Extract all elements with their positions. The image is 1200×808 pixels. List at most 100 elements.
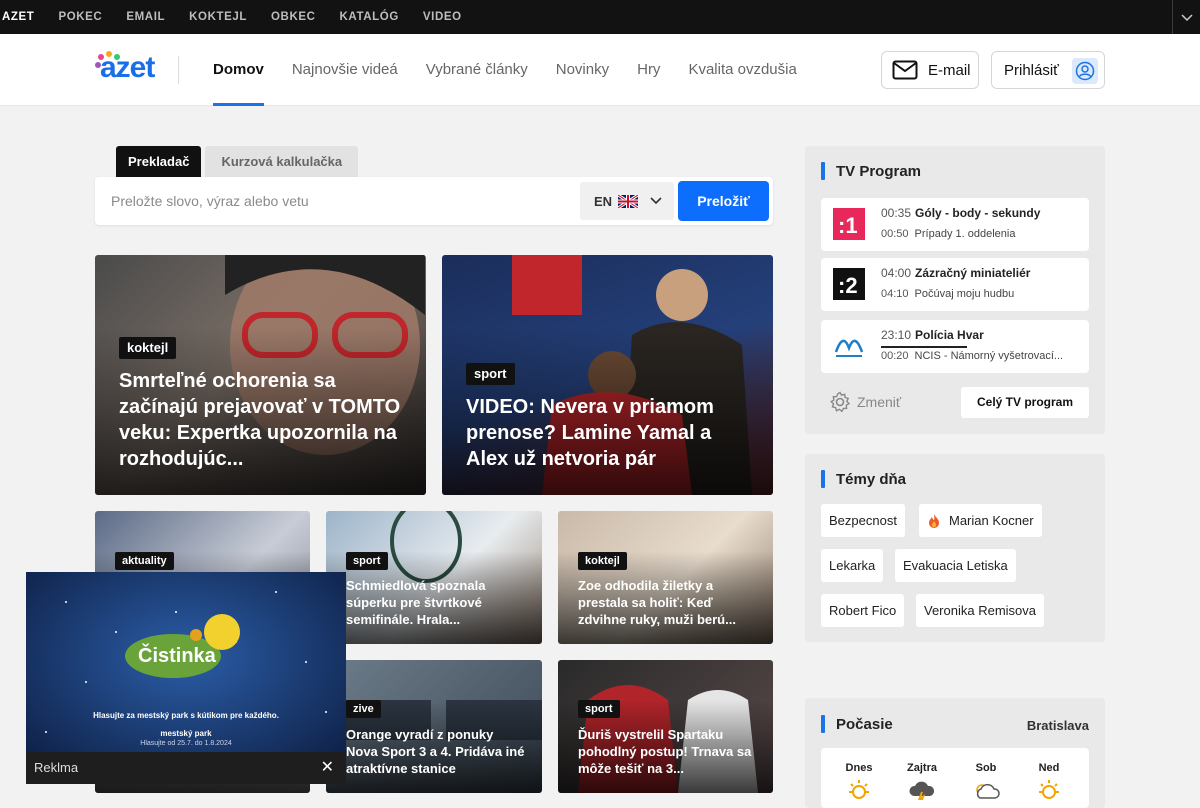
nav-kvalita-ovzdusia[interactable]: Kvalita ovzdušia (688, 34, 796, 106)
article-title: Orange vyradí z ponuky Nova Sport 3 a 4.… (346, 727, 525, 776)
article-card[interactable]: zive Orange vyradí z ponuky Nova Sport 3… (326, 660, 542, 793)
login-label: Prihlásiť (1004, 61, 1059, 79)
azet-logo[interactable]: azet (95, 51, 165, 88)
ad-label: Reklma (34, 760, 79, 775)
tv-program-title: TV Program (821, 162, 921, 180)
topbar-obkec[interactable]: OBKEC (271, 11, 316, 23)
ad-brand: Čistinka (138, 645, 216, 667)
article-card[interactable]: koktejl Smrteľné ochorenia sa začínajú p… (95, 255, 426, 495)
ad-label-bar: Reklma ✕ (26, 752, 346, 784)
weather-day: Sob (975, 762, 997, 774)
tv-row[interactable]: :2 04:00 Zázračný miniateliér 04:10 Počúva… (821, 258, 1089, 311)
topics-panel: Témy dňa Bezpecnost Marian Kocner Lekark… (805, 454, 1105, 642)
sun-icon (1039, 780, 1059, 799)
dvojka-logo-icon: :2 (833, 268, 865, 300)
topics-title: Témy dňa (821, 470, 906, 488)
envelope-icon (892, 60, 918, 80)
svg-text::1: :1 (838, 213, 858, 238)
email-button[interactable]: E-mail (881, 51, 979, 89)
email-label: E-mail (928, 61, 971, 79)
topic-chip[interactable]: Bezpecnost (821, 504, 905, 537)
weather-city[interactable]: Bratislava (1027, 718, 1089, 733)
topic-chip[interactable]: Veronika Remisova (916, 594, 1044, 627)
tv-progress-bar (881, 346, 967, 348)
topic-chip[interactable]: Lekarka (821, 549, 884, 582)
nav-vybrane-clanky[interactable]: Vybrané články (426, 34, 528, 106)
ad-text-2: mestský park (160, 729, 212, 738)
full-tv-program-button[interactable]: Celý TV program (961, 387, 1089, 418)
sun-icon (849, 780, 869, 799)
tv-next: 04:10 Počúvaj moju hudbu (881, 288, 1015, 300)
topbar-katalog[interactable]: KATALÓG (340, 11, 399, 23)
nav-najnovsie-videa[interactable]: Najnovšie videá (292, 34, 398, 106)
article-card[interactable]: sport VIDEO: Nevera v priamom prenose? L… (442, 255, 773, 495)
tab-kurzova-kalkulacka[interactable]: Kurzová kalkulačka (205, 146, 359, 177)
ad-text-1: Hlasujte za mestský park s kútikom pre k… (93, 711, 279, 720)
site-header: azet Domov Najnovšie videá Vybrané článk… (0, 34, 1200, 106)
article-card[interactable]: sport Ďuriš vystrelil Spartaku pohodlný … (558, 660, 773, 793)
article-title: Ďuriš vystrelil Spartaku pohodlný postup… (578, 727, 752, 776)
article-tag: aktuality (115, 552, 174, 570)
storm-cloud-icon (909, 781, 935, 800)
topbar-pokec[interactable]: POKEC (58, 11, 102, 23)
uk-flag-icon (618, 194, 639, 208)
tv-next: 00:50 Prípady 1. oddelenia (881, 228, 1016, 240)
article-tag: sport (466, 363, 515, 385)
article-tag: sport (346, 552, 388, 570)
tv-next: 00:20 NCIS - Námorný vyšetrovací... (881, 350, 1064, 362)
language-code: EN (594, 193, 613, 209)
chevron-down-icon[interactable] (1180, 10, 1194, 24)
tab-prekladac[interactable]: Prekladač (116, 146, 202, 177)
topbar-divider (1172, 0, 1173, 34)
tv-program-panel: TV Program :1 00:35 Góly - body - sekundy… (805, 146, 1105, 434)
chevron-down-icon (650, 197, 662, 205)
article-title: Schmiedlová spoznala súperku pre štvrtko… (346, 578, 486, 627)
article-title: Zoe odhodila žiletky a prestala sa holiť… (578, 578, 736, 627)
user-avatar-icon (1072, 58, 1098, 84)
article-tag: koktejl (119, 337, 177, 359)
tv-now: 23:10 Polícia Hvar (881, 328, 984, 342)
tv-change-label: Zmeniť (857, 394, 902, 410)
tv-change-button[interactable]: Zmeniť (829, 391, 901, 413)
tv-row[interactable]: 23:10 Polícia Hvar 00:20 NCIS - Námorný vy… (821, 320, 1089, 373)
tv-now: 00:35 Góly - body - sekundy (881, 206, 1041, 220)
article-tag: koktejl (578, 552, 627, 570)
article-title: Smrteľné ochorenia sa začínajú prejavova… (119, 370, 401, 470)
ad-text-3: Hlasujte od 25.7. do 1.8.2024 (140, 740, 232, 747)
login-button[interactable]: Prihlásiť (991, 51, 1105, 89)
main-nav: Domov Najnovšie videá Vybrané články Nov… (213, 34, 825, 106)
close-icon[interactable]: ✕ (321, 752, 334, 784)
jednotka-logo-icon: :1 (833, 208, 865, 240)
article-tag: sport (578, 700, 620, 718)
topbar-video[interactable]: VIDEO (423, 11, 462, 23)
gear-icon (830, 391, 851, 413)
language-select[interactable]: EN (580, 182, 674, 220)
fire-icon (929, 514, 939, 528)
nav-domov[interactable]: Domov (213, 34, 264, 106)
weather-day: Zajtra (907, 762, 937, 774)
logo-text: azet (100, 51, 155, 84)
weather-title: Počasie (821, 715, 893, 733)
topbar-koktejl[interactable]: KOKTEJL (189, 11, 247, 23)
article-card[interactable]: koktejl Zoe odhodila žiletky a prestala … (558, 511, 773, 644)
header-divider (178, 56, 179, 84)
topbar-azet[interactable]: AZET (2, 11, 34, 23)
article-tag: zive (346, 700, 381, 718)
weather-day: Ned (1038, 762, 1060, 774)
topic-chip[interactable]: Robert Fico (821, 594, 905, 627)
article-card[interactable]: sport Schmiedlová spoznala súperku pre š… (326, 511, 542, 644)
translator-box: EN Preložiť (95, 177, 773, 225)
cloud-icon (976, 783, 1000, 799)
nav-hry[interactable]: Hry (637, 34, 660, 106)
weather-day: Dnes (845, 762, 873, 774)
topic-chip[interactable]: Marian Kocner (919, 504, 1042, 537)
translate-button[interactable]: Preložiť (678, 181, 769, 221)
translate-input[interactable] (95, 177, 575, 225)
nav-novinky[interactable]: Novinky (556, 34, 609, 106)
topic-chip[interactable]: Evakuacia Letiska (895, 549, 1016, 582)
topbar-email[interactable]: EMAIL (126, 11, 165, 23)
tv-row[interactable]: :1 00:35 Góly - body - sekundy 00:50 Prípa… (821, 198, 1089, 251)
article-title: VIDEO: Nevera v priamom prenose? Lamine … (466, 396, 714, 470)
markiza-logo-icon (834, 339, 864, 357)
svg-text::2: :2 (838, 273, 858, 298)
